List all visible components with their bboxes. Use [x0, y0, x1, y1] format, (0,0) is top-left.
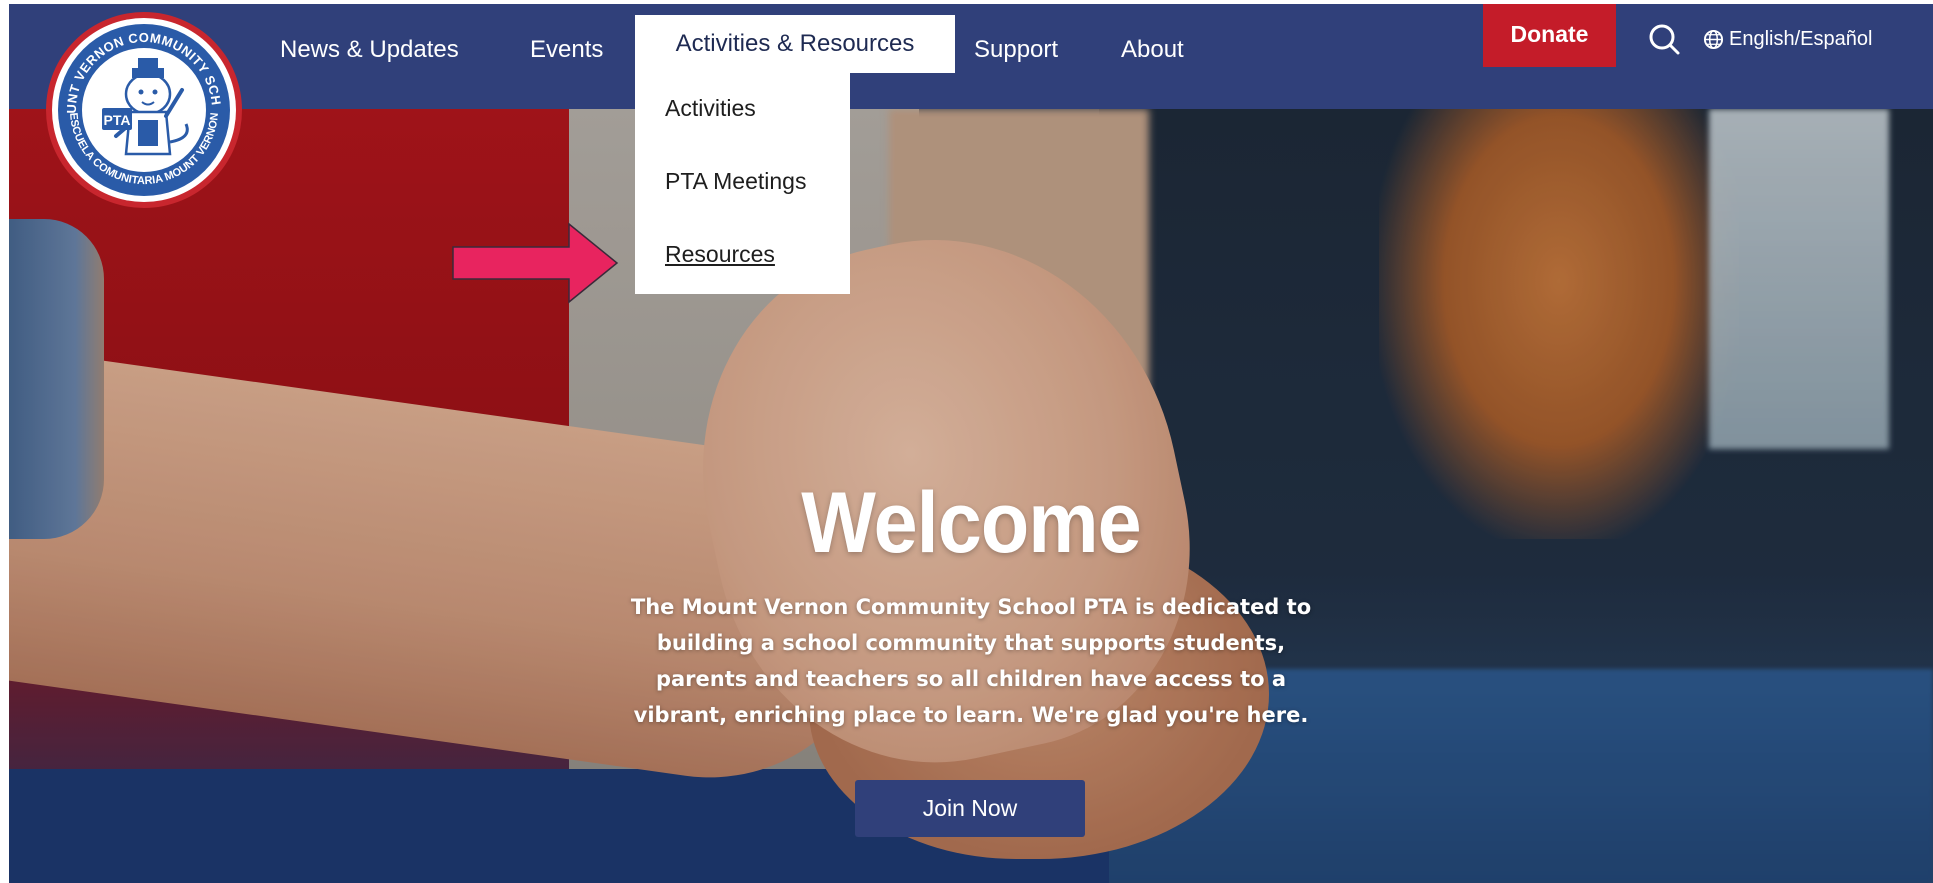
hero-intro-line: building a school community that support… [656, 631, 1286, 655]
logo-artwork: MOUNT VERNON COMMUNITY SCHOOL ESCUELA CO… [46, 12, 223, 187]
activities-dropdown-menu: Activities PTA Meetings Resources [635, 73, 850, 294]
nav-events[interactable]: Events [530, 28, 603, 72]
hero-intro-line: vibrant, enriching place to learn. We're… [633, 703, 1309, 727]
lion-mascot-icon [114, 58, 189, 156]
nav-activities-resources[interactable]: Activities & Resources [635, 15, 955, 73]
page-frame: MOUNT VERNON COMMUNITY SCHOOL ESCUELA CO… [9, 4, 1933, 883]
dropdown-item-activities[interactable]: Activities [665, 95, 756, 122]
language-label: English/Español [1729, 27, 1873, 50]
donate-button[interactable]: Donate [1483, 4, 1616, 67]
pta-logo[interactable]: MOUNT VERNON COMMUNITY SCHOOL ESCUELA CO… [46, 12, 242, 208]
hero-intro-line: The Mount Vernon Community School PTA is… [630, 595, 1312, 619]
hero-title: Welcome [801, 475, 1141, 571]
arrow-annotation-icon [452, 222, 619, 304]
language-switcher[interactable]: English/Español [1703, 22, 1872, 56]
search-icon[interactable] [1647, 22, 1681, 56]
logo-pta-text: PTA [104, 112, 131, 128]
nav-support[interactable]: Support [974, 28, 1058, 72]
dropdown-item-resources[interactable]: Resources [665, 241, 775, 268]
globe-icon [1703, 29, 1724, 49]
nav-news-updates[interactable]: News & Updates [280, 28, 459, 72]
nav-about[interactable]: About [1121, 28, 1184, 72]
dropdown-item-pta-meetings[interactable]: PTA Meetings [665, 168, 806, 195]
hero-intro-line: parents and teachers so all children hav… [655, 667, 1287, 691]
join-now-button[interactable]: Join Now [855, 780, 1085, 837]
nav-activities-resources-label: Activities & Resources [675, 30, 915, 57]
hero-intro: The Mount Vernon Community School PTA is… [571, 589, 1371, 733]
